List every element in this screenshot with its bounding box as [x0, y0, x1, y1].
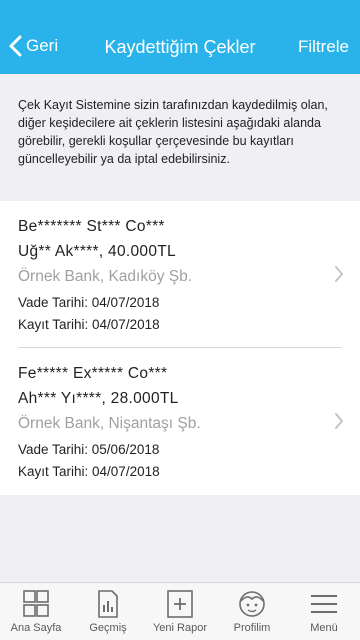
- home-grid-icon: [23, 590, 49, 617]
- profile-face-icon: [239, 591, 265, 617]
- tab-new-report[interactable]: Yeni Rapor: [144, 583, 216, 640]
- chevron-right-icon: [335, 413, 343, 429]
- check-due-date: Vade Tarihi: 04/07/2018: [18, 295, 160, 310]
- tab-history[interactable]: Geçmiş: [72, 583, 144, 640]
- check-company: Be******* St*** Co***: [18, 218, 165, 235]
- check-holder-amount: Uğ** Ak****, 40.000TL: [18, 243, 176, 260]
- check-item[interactable]: Be******* St*** Co*** Uğ** Ak****, 40.00…: [0, 201, 360, 348]
- info-text: Çek Kayıt Sistemine sizin tarafınızdan k…: [18, 98, 328, 166]
- filter-button[interactable]: Filtrele: [298, 37, 349, 57]
- tab-profile[interactable]: Profilim: [216, 583, 288, 640]
- check-company: Fe***** Ex***** Co***: [18, 365, 168, 382]
- nav-bar: Geri Kaydettiğim Çekler Filtrele: [0, 0, 360, 74]
- tab-label: Ana Sayfa: [10, 622, 62, 634]
- check-item[interactable]: Fe***** Ex***** Co*** Ah*** Yı****, 28.0…: [0, 348, 360, 494]
- tab-label: Profilim: [233, 622, 271, 634]
- check-list: Be******* St*** Co*** Uğ** Ak****, 40.00…: [0, 201, 360, 495]
- hamburger-menu-icon: [311, 595, 337, 613]
- check-record-date: Kayıt Tarihi: 04/07/2018: [18, 464, 160, 479]
- check-bank: Örnek Bank, Kadıköy Şb.: [18, 268, 193, 285]
- new-report-plus-icon: [167, 590, 193, 618]
- check-due-date: Vade Tarihi: 05/06/2018: [18, 442, 160, 457]
- check-record-date: Kayıt Tarihi: 04/07/2018: [18, 317, 160, 332]
- tab-bar: Ana Sayfa Geçmiş Yeni Rapor Profilim Men…: [0, 582, 360, 640]
- tab-home[interactable]: Ana Sayfa: [0, 583, 72, 640]
- history-chart-icon: [98, 590, 118, 618]
- check-bank: Örnek Bank, Nişantaşı Şb.: [18, 415, 201, 432]
- info-section: Çek Kayıt Sistemine sizin tarafınızdan k…: [0, 74, 360, 200]
- chevron-right-icon: [335, 266, 343, 282]
- tab-label: Menü: [310, 622, 338, 634]
- tab-menu[interactable]: Menü: [288, 583, 360, 640]
- check-holder-amount: Ah*** Yı****, 28.000TL: [18, 390, 179, 407]
- tab-label: Yeni Rapor: [152, 622, 208, 634]
- tab-label: Geçmiş: [89, 622, 127, 634]
